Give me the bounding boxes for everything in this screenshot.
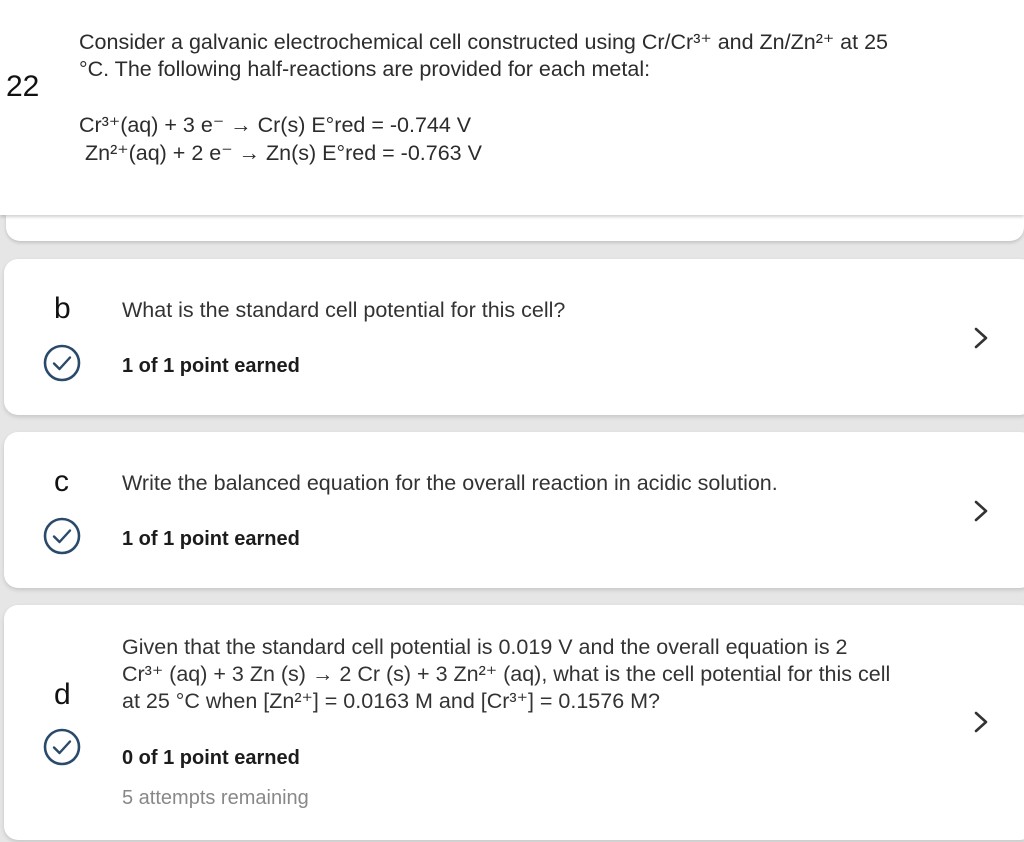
- chevron-right-icon[interactable]: [970, 325, 992, 351]
- chevron-right-icon[interactable]: [970, 709, 992, 735]
- question-prompt-line: Consider a galvanic electrochemical cell…: [79, 30, 888, 54]
- half-reactions: Cr³⁺(aq) + 3 e⁻ → Cr(s) E°red = -0.744 V…: [79, 111, 482, 167]
- part-d-card[interactable]: d Given that the standard cell potential…: [4, 605, 1024, 840]
- half-reaction-zn: Zn²⁺(aq) + 2 e⁻ → Zn(s) E°red = -0.763 V: [85, 141, 482, 165]
- check-circle-icon: [43, 728, 81, 766]
- part-question-line: Given that the standard cell potential i…: [122, 635, 848, 659]
- question-number: 22: [6, 70, 40, 103]
- points-earned: 0 of 1 point earned: [122, 747, 300, 769]
- part-question-line: Cr³⁺ (aq) + 3 Zn (s) → 2 Cr (s) + 3 Zn²⁺…: [122, 662, 891, 686]
- part-question-line: at 25 °C when [Zn²⁺] = 0.0163 M and [Cr³…: [122, 689, 661, 713]
- chevron-right-icon[interactable]: [970, 498, 992, 524]
- points-earned: 1 of 1 point earned: [122, 528, 300, 550]
- check-circle-icon: [43, 344, 81, 382]
- part-letter: c: [54, 465, 69, 498]
- part-question: What is the standard cell potential for …: [122, 298, 566, 322]
- check-circle-icon: [43, 517, 81, 555]
- part-letter: d: [54, 678, 71, 711]
- question-prompt-line: °C. The following half-reactions are pro…: [79, 57, 651, 81]
- part-question: Given that the standard cell potential i…: [122, 634, 890, 715]
- part-b-card[interactable]: b What is the standard cell potential fo…: [4, 259, 1024, 415]
- question-header: 22 Consider a galvanic electrochemical c…: [0, 0, 1024, 215]
- half-reaction-cr: Cr³⁺(aq) + 3 e⁻ → Cr(s) E°red = -0.744 V: [79, 113, 472, 137]
- question-prompt: Consider a galvanic electrochemical cell…: [79, 29, 979, 83]
- points-earned: 1 of 1 point earned: [122, 355, 300, 377]
- part-letter: b: [54, 292, 71, 325]
- attempts-remaining: 5 attempts remaining: [122, 787, 309, 809]
- part-c-card[interactable]: c Write the balanced equation for the ov…: [4, 432, 1024, 588]
- part-question: Write the balanced equation for the over…: [122, 471, 778, 495]
- collapsed-part-a[interactable]: [6, 215, 1024, 241]
